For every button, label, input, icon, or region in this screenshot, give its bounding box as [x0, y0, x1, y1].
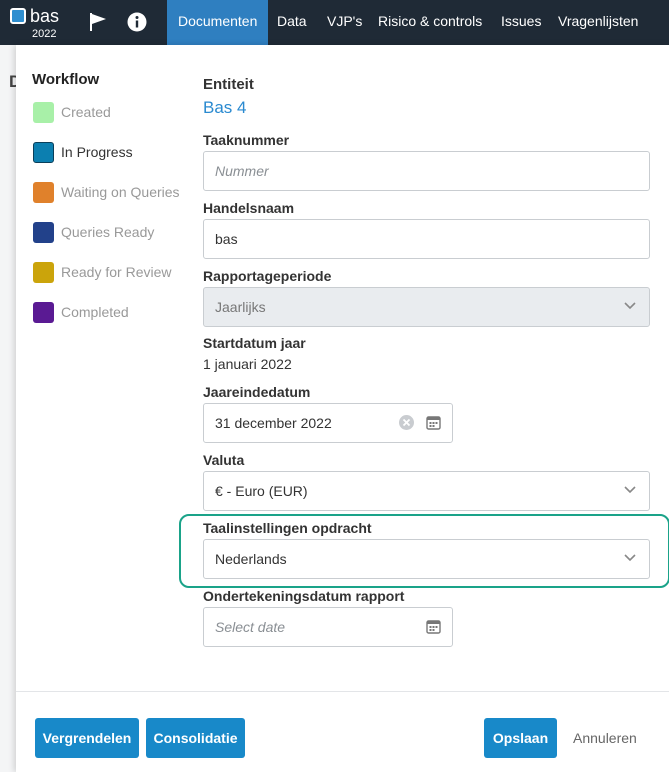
workflow-step-label: Completed — [61, 304, 129, 320]
nav-risico-controls[interactable]: Risico & controls — [367, 0, 493, 45]
start-date-label: Startdatum jaar — [203, 335, 306, 351]
task-number-placeholder: Nummer — [215, 163, 269, 179]
document-settings-modal: Workflow Created In Progress Waiting on … — [16, 45, 669, 772]
nav-issues[interactable]: Issues — [490, 0, 552, 45]
calendar-icon[interactable] — [425, 414, 442, 431]
status-swatch — [33, 182, 54, 203]
save-button[interactable]: Opslaan — [484, 718, 557, 758]
status-swatch — [33, 222, 54, 243]
clear-icon[interactable] — [398, 414, 415, 431]
signing-date-input[interactable]: Select date — [203, 607, 453, 647]
status-swatch — [33, 142, 54, 163]
entity-link[interactable]: Bas 4 — [203, 98, 246, 118]
chevron-down-icon — [624, 302, 636, 310]
nav-vjps[interactable]: VJP's — [316, 0, 373, 45]
currency-label: Valuta — [203, 452, 245, 468]
year-end-date-input[interactable]: 31 december 2022 — [203, 403, 453, 443]
entity-label: Entiteit — [203, 76, 254, 93]
chevron-down-icon — [624, 486, 636, 494]
task-number-label: Taaknummer — [203, 132, 290, 148]
nav-data[interactable]: Data — [266, 0, 318, 45]
footer-divider — [16, 691, 669, 692]
signing-date-placeholder: Select date — [215, 619, 286, 635]
consolidate-button[interactable]: Consolidatie — [146, 718, 245, 758]
start-date-value: 1 januari 2022 — [203, 356, 292, 372]
info-icon[interactable] — [127, 12, 147, 32]
highlight-box — [179, 514, 669, 588]
workflow-title: Workflow — [32, 71, 100, 88]
period-value: Jaarlijks — [215, 299, 266, 315]
cancel-button[interactable]: Annuleren — [573, 718, 637, 758]
trade-name-value: bas — [215, 231, 238, 247]
status-swatch — [33, 262, 54, 283]
signing-date-label: Ondertekeningsdatum rapport — [203, 588, 405, 604]
year-end-value: 31 december 2022 — [215, 415, 332, 431]
brand-year: 2022 — [32, 28, 57, 40]
workflow-step-label: Waiting on Queries — [61, 184, 180, 200]
flag-icon[interactable] — [88, 12, 108, 32]
lock-button[interactable]: Vergrendelen — [35, 718, 139, 758]
trade-name-label: Handelsnaam — [203, 200, 295, 216]
task-number-input[interactable]: Nummer — [203, 151, 650, 191]
workflow-step-label: Ready for Review — [61, 264, 172, 280]
status-swatch — [33, 102, 54, 123]
period-select: Jaarlijks — [203, 287, 650, 327]
year-end-label: Jaareindedatum — [203, 384, 311, 400]
workflow-step-label: In Progress — [61, 144, 133, 160]
brand-logo[interactable]: bas 2022 — [10, 6, 70, 42]
period-label: Rapportageperiode — [203, 268, 332, 284]
brand-square-icon — [10, 8, 26, 24]
currency-select[interactable]: € - Euro (EUR) — [203, 471, 650, 511]
nav-documenten[interactable]: Documenten — [167, 0, 269, 45]
workflow-step-label: Created — [61, 104, 111, 120]
trade-name-input[interactable]: bas — [203, 219, 650, 259]
brand-name: bas — [30, 6, 60, 26]
top-navbar: bas 2022 Documenten Data VJP's Risico & … — [0, 0, 669, 45]
currency-value: € - Euro (EUR) — [215, 483, 308, 499]
calendar-icon[interactable] — [425, 618, 442, 635]
nav-vragenlijsten[interactable]: Vragenlijsten — [547, 0, 649, 45]
workflow-step-label: Queries Ready — [61, 224, 155, 240]
status-swatch — [33, 302, 54, 323]
